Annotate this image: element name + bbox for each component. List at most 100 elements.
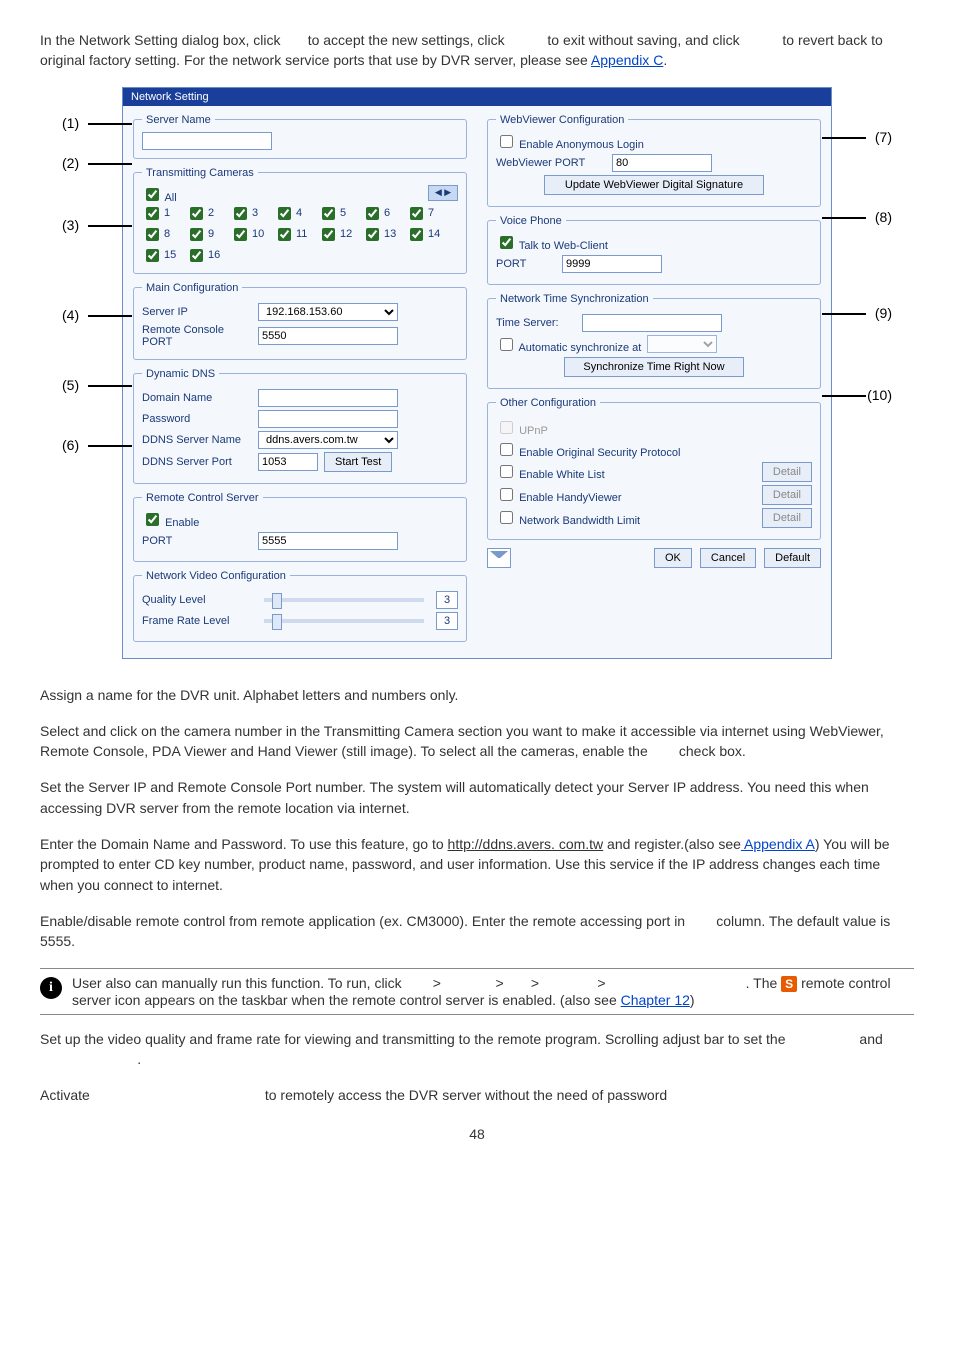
anon-login-checkbox[interactable]: Enable Anonymous Login [496, 139, 644, 151]
lbl: WebViewer PORT [496, 157, 606, 169]
network-setting-diagram: (1) (2) (3) (4) (5) (6) (7) (8) (9) (10)… [62, 87, 892, 659]
whitelist-checkbox[interactable]: Enable White List [496, 462, 605, 481]
appendix-a-link[interactable]: Appendix A [741, 836, 815, 852]
password-input[interactable] [258, 410, 398, 428]
para-5: Enable/disable remote control from remot… [40, 911, 914, 952]
main-config-group: Main Configuration Server IP 192.168.153… [133, 282, 467, 360]
remote-port-input[interactable] [258, 327, 398, 345]
voice-port-input[interactable] [562, 255, 662, 273]
cam[interactable]: 12 [318, 225, 358, 244]
legend: Voice Phone [496, 215, 566, 227]
cam[interactable]: 3 [230, 204, 270, 223]
t: . [663, 52, 667, 68]
cam[interactable]: 14 [406, 225, 446, 244]
para-1: Assign a name for the DVR unit. Alphabet… [40, 685, 914, 705]
callout-3: (3) [62, 217, 79, 233]
bw-detail-button: Detail [762, 508, 812, 528]
legend: Other Configuration [496, 397, 600, 409]
ddns-group: Dynamic DNS Domain Name Password DDNS Se… [133, 368, 467, 484]
lbl: DDNS Server Port [142, 456, 252, 468]
para-4: Enter the Domain Name and Password. To u… [40, 834, 914, 895]
legend: Main Configuration [142, 282, 242, 294]
callout-4: (4) [62, 307, 79, 323]
webviewer-port-input[interactable] [612, 154, 712, 172]
handy-checkbox[interactable]: Enable HandyViewer [496, 485, 622, 504]
dialog-footer: OK Cancel Default [487, 548, 821, 568]
server-name-input[interactable] [142, 132, 272, 150]
webviewer-config-group: WebViewer Configuration Enable Anonymous… [487, 114, 821, 207]
remote-control-server-group: Remote Control Server Enable PORT [133, 492, 467, 562]
legend: Transmitting Cameras [142, 167, 258, 179]
cancel-button[interactable]: Cancel [700, 548, 756, 568]
talk-webclient-checkbox[interactable]: Talk to Web-Client [496, 240, 608, 252]
s-tray-icon: S [781, 976, 797, 992]
upnp-checkbox: UPnP [496, 418, 548, 437]
origsec-checkbox[interactable]: Enable Original Security Protocol [496, 440, 680, 459]
cam[interactable]: 10 [230, 225, 270, 244]
frame-val: 3 [436, 612, 458, 630]
callout-7: (7) [875, 129, 892, 145]
arrows-icon[interactable]: ◀ ▶ [428, 185, 458, 201]
bw-checkbox[interactable]: Network Bandwidth Limit [496, 508, 640, 527]
callout-5: (5) [62, 377, 79, 393]
callout-8: (8) [875, 209, 892, 225]
callout-2: (2) [62, 155, 79, 171]
start-test-button[interactable]: Start Test [324, 452, 392, 472]
cam[interactable]: 15 [142, 246, 182, 265]
all-checkbox[interactable]: All [142, 192, 177, 204]
auto-sync-checkbox[interactable]: Automatic synchronize at [496, 335, 641, 354]
lbl: Frame Rate Level [142, 615, 252, 627]
dialog-title: Network Setting [123, 88, 831, 106]
quality-slider[interactable] [264, 598, 424, 602]
cam[interactable]: 4 [274, 204, 314, 223]
legend: Network Time Synchronization [496, 293, 653, 305]
quality-val: 3 [436, 591, 458, 609]
intro-paragraph: In the Network Setting dialog box, click… [40, 30, 914, 71]
cam[interactable]: 16 [186, 246, 226, 265]
lbl: Quality Level [142, 594, 252, 606]
lbl: Time Server: [496, 317, 576, 329]
appendix-c-link[interactable]: Appendix C [591, 52, 663, 68]
lbl: Password [142, 413, 252, 425]
cam[interactable]: 13 [362, 225, 402, 244]
para-3: Set the Server IP and Remote Console Por… [40, 777, 914, 818]
cam[interactable]: 5 [318, 204, 358, 223]
ddns-port-input[interactable] [258, 453, 318, 471]
other-config-group: Other Configuration UPnP Enable Original… [487, 397, 821, 540]
callout-10: (10) [867, 387, 892, 403]
cam[interactable]: 8 [142, 225, 182, 244]
cam[interactable]: 9 [186, 225, 226, 244]
rcs-enable-checkbox[interactable]: Enable [142, 517, 199, 529]
mail-icon[interactable] [487, 548, 511, 568]
auto-sync-time [647, 335, 717, 353]
t: to exit without saving, and click [547, 32, 739, 48]
lbl: PORT [496, 258, 556, 270]
framerate-slider[interactable] [264, 619, 424, 623]
para-6: Set up the video quality and frame rate … [40, 1029, 914, 1070]
cam[interactable]: 2 [186, 204, 226, 223]
domain-input[interactable] [258, 389, 398, 407]
cam[interactable]: 11 [274, 225, 314, 244]
ddns-server-select[interactable]: ddns.avers.com.tw [258, 431, 398, 449]
lbl: PORT [142, 535, 252, 547]
callout-1: (1) [62, 115, 79, 131]
cam[interactable]: 1 [142, 204, 182, 223]
rcs-port-input[interactable] [258, 532, 398, 550]
update-signature-button[interactable]: Update WebViewer Digital Signature [544, 175, 764, 195]
cam[interactable]: 7 [406, 204, 446, 223]
server-ip-label: Server IP [142, 306, 252, 318]
ddns-url: http://ddns.avers. com.tw [448, 836, 604, 852]
whitelist-detail-button: Detail [762, 462, 812, 482]
page-number: 48 [40, 1126, 914, 1142]
server-ip-select[interactable]: 192.168.153.60 [258, 303, 398, 321]
default-button[interactable]: Default [764, 548, 821, 568]
sync-now-button[interactable]: Synchronize Time Right Now [564, 357, 744, 377]
cam[interactable]: 6 [362, 204, 402, 223]
legend: Remote Control Server [142, 492, 263, 504]
time-server-input[interactable] [582, 314, 722, 332]
legend: Server Name [142, 114, 215, 126]
callout-6: (6) [62, 437, 79, 453]
ok-button[interactable]: OK [654, 548, 692, 568]
legend: WebViewer Configuration [496, 114, 628, 126]
chapter-12-link[interactable]: Chapter 12 [621, 992, 690, 1008]
